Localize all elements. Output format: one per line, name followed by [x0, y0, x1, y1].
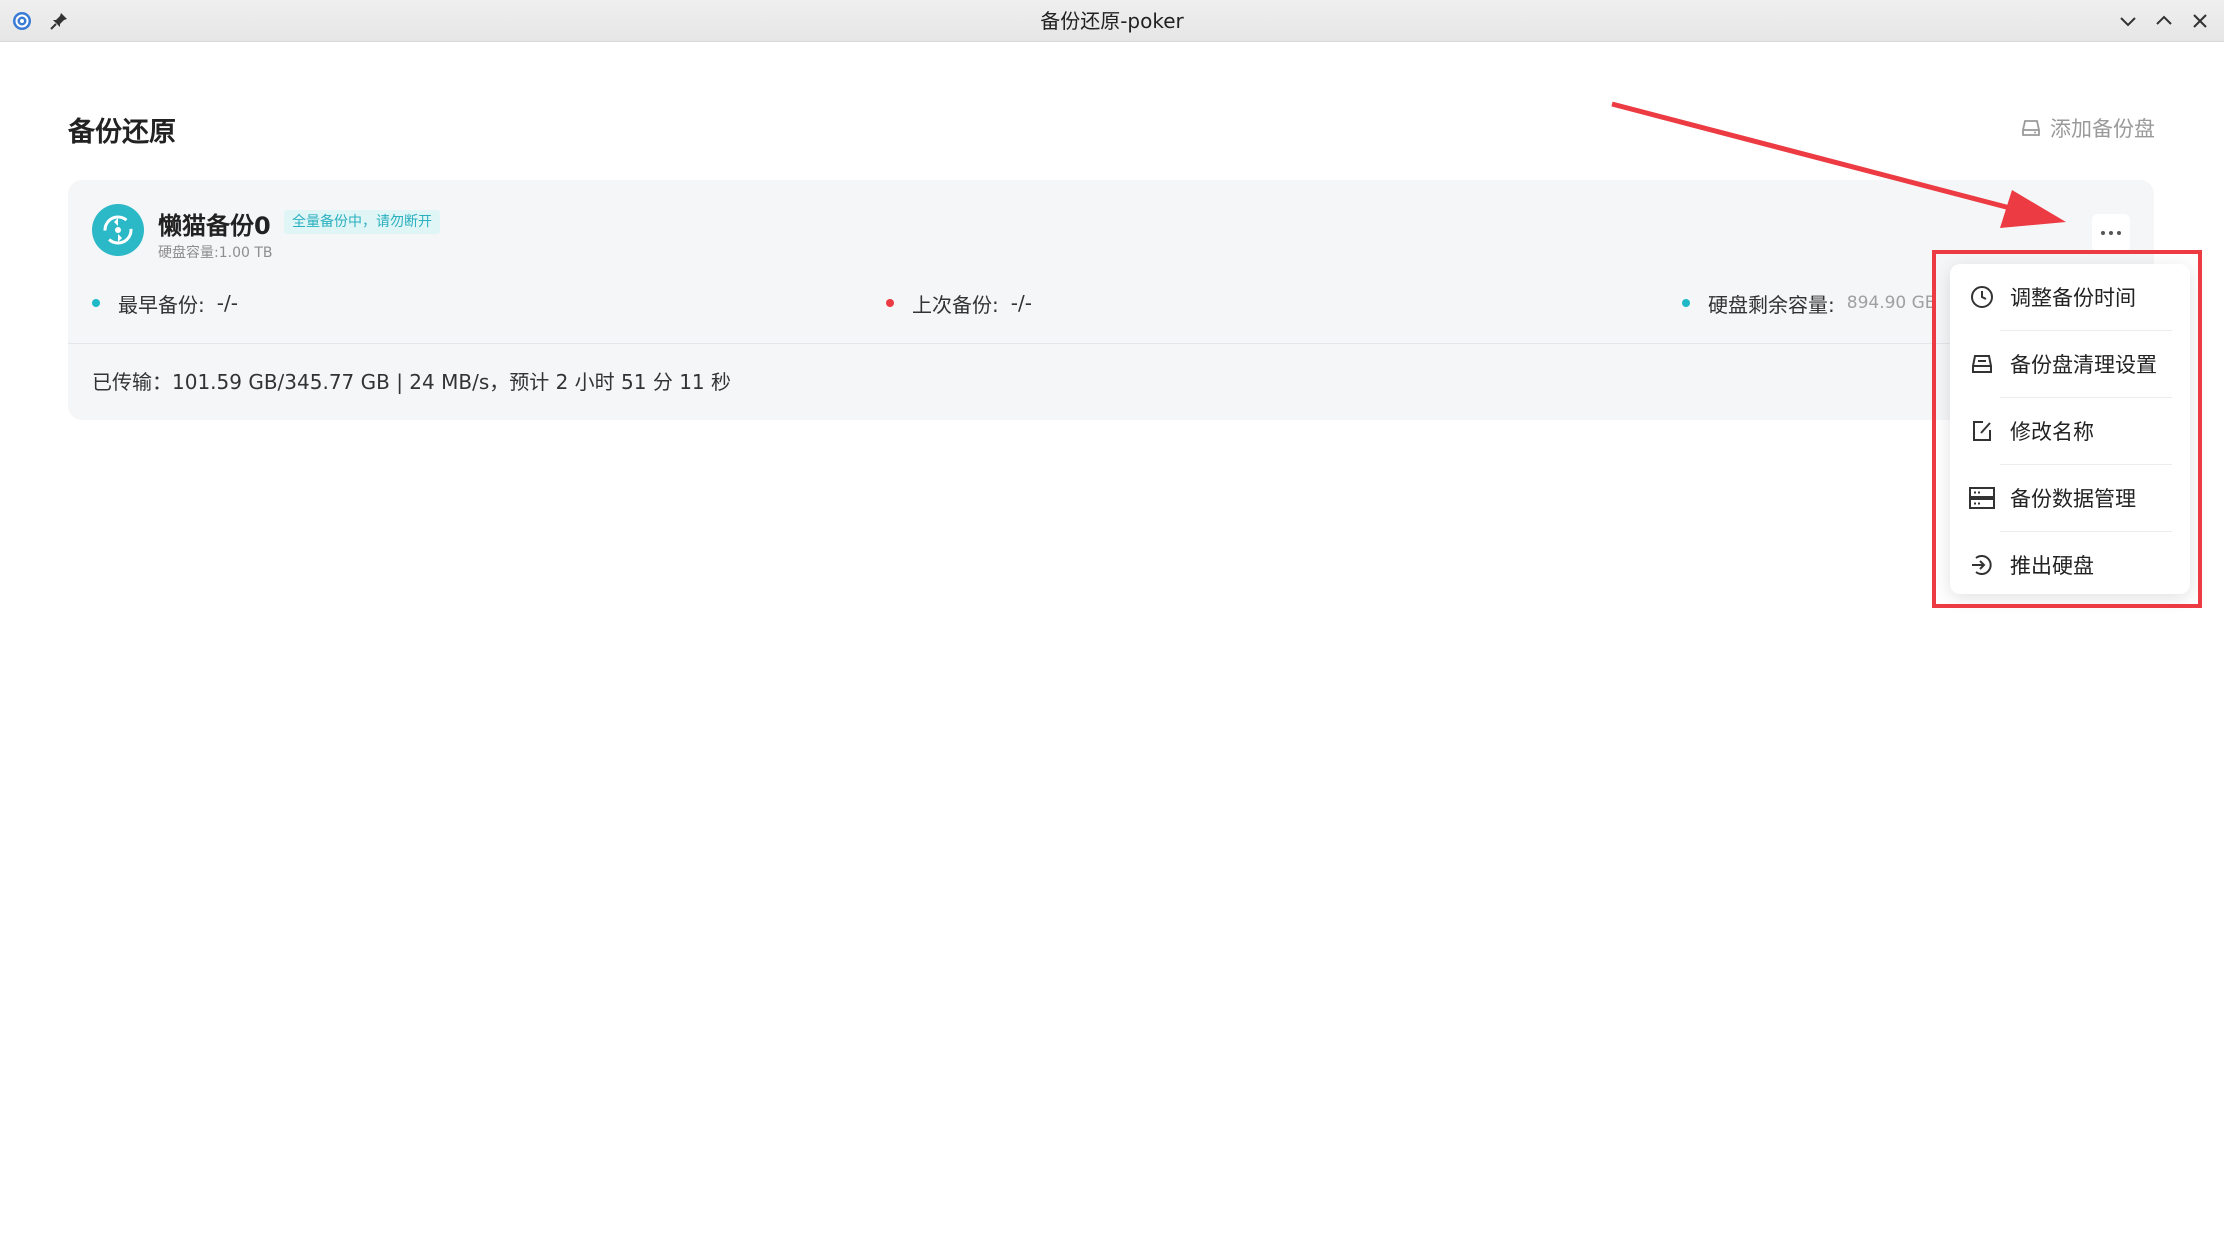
- status-badge: 全量备份中，请勿断开: [284, 210, 440, 234]
- backup-name: 懒猫备份0: [158, 212, 271, 240]
- card-divider: [68, 343, 2154, 344]
- close-button[interactable]: [2188, 9, 2212, 33]
- stat-label: 最早备份:: [118, 292, 205, 317]
- stat-value: 894.90 GB: [1846, 293, 1937, 313]
- annotation-highlight-box: [1932, 250, 2202, 608]
- stat-earliest-backup: 最早备份: -/-: [92, 288, 238, 318]
- stat-label: 硬盘剩余容量:: [1708, 292, 1835, 317]
- transfer-progress: 已传输：101.59 GB/345.77 GB | 24 MB/s，预计 2 小…: [92, 370, 732, 394]
- page-title: 备份还原: [68, 117, 176, 148]
- status-dot: [886, 299, 894, 307]
- backup-sync-icon: [92, 204, 144, 256]
- stat-remaining-capacity: 硬盘剩余容量: 894.90 GB: [1682, 288, 1936, 318]
- status-dot: [92, 299, 100, 307]
- stat-label: 上次备份:: [912, 292, 999, 317]
- backup-disk-card: 懒猫备份0 全量备份中，请勿断开 硬盘容量:1.00 TB 最早备份: -/- …: [68, 180, 2154, 420]
- stat-value: -/-: [216, 291, 238, 315]
- disk-icon: [2022, 120, 2040, 136]
- status-dot: [1682, 299, 1690, 307]
- more-dots-icon: [2101, 231, 2121, 235]
- stat-value: -/-: [1010, 291, 1032, 315]
- minimize-button[interactable]: [2116, 9, 2140, 33]
- window-titlebar: 备份还原-poker: [0, 0, 2224, 42]
- disk-capacity: 硬盘容量:1.00 TB: [158, 245, 273, 261]
- stat-last-backup: 上次备份: -/-: [886, 288, 1032, 318]
- add-backup-disk-button[interactable]: 添加备份盘: [2020, 112, 2155, 144]
- window-title: 备份还原-poker: [1040, 9, 1184, 33]
- add-backup-disk-label: 添加备份盘: [2050, 117, 2155, 141]
- more-options-button[interactable]: [2092, 214, 2130, 252]
- maximize-button[interactable]: [2152, 9, 2176, 33]
